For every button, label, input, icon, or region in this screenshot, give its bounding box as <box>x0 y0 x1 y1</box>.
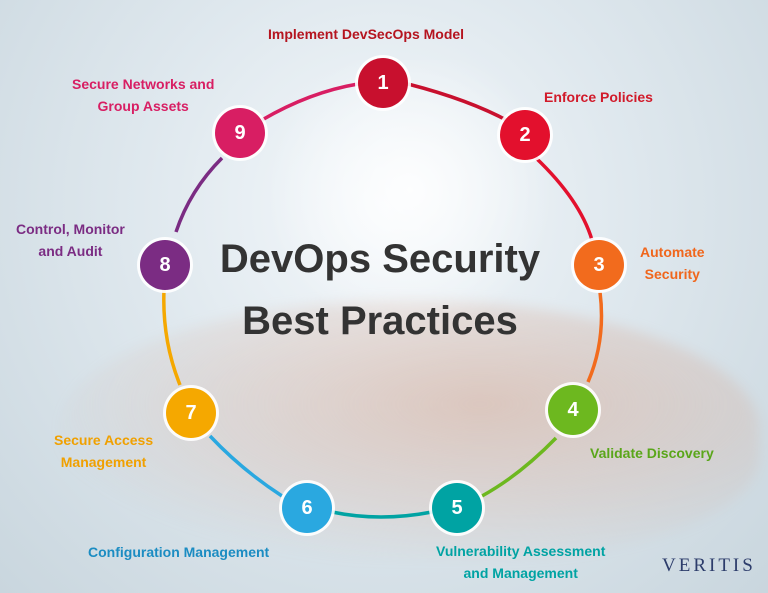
step-7-label-line-2: Management <box>60 454 147 470</box>
arc-1-2 <box>407 82 511 124</box>
step-3-node: 3 <box>574 240 624 290</box>
step-6-node: 6 <box>282 483 332 533</box>
arc-8-9 <box>174 156 224 233</box>
step-5-label: Vulnerability Assessment and Management <box>436 540 605 584</box>
title-line-2: Best Practices <box>242 299 518 343</box>
step-3-label-line-2: Security <box>644 266 700 282</box>
title-line-1: DevOps Security <box>219 237 541 281</box>
arc-3-4 <box>586 291 604 383</box>
step-9-node: 9 <box>215 108 265 158</box>
step-8-label: Control, Monitor and Audit <box>16 218 125 262</box>
arc-7-8 <box>162 289 182 386</box>
step-7-node: 7 <box>166 388 216 438</box>
step-4-node: 4 <box>548 385 598 435</box>
arc-9-1 <box>261 82 359 122</box>
diagram-title: DevOps Security Best Practices <box>180 228 580 352</box>
step-9-label-line-1: Secure Networks and <box>72 76 215 92</box>
step-5-node: 5 <box>432 483 482 533</box>
step-2-label: Enforce Policies <box>544 89 653 105</box>
step-8-label-line-1: Control, Monitor <box>16 221 125 237</box>
arc-4-5 <box>481 436 558 498</box>
step-3-label: Automate Security <box>640 241 705 285</box>
step-9-label: Secure Networks and Group Assets <box>72 73 214 117</box>
step-2-node: 2 <box>500 110 550 160</box>
arc-5-6 <box>331 510 433 519</box>
step-1-label: Implement DevSecOps Model <box>268 26 465 42</box>
step-7-label: Secure Access Management <box>54 429 153 473</box>
step-3-label-line-1: Automate <box>640 244 705 260</box>
step-9-label-line-2: Group Assets <box>97 98 189 114</box>
step-5-label-line-2: and Management <box>463 565 578 581</box>
step-4-label: Validate Discovery <box>590 445 714 461</box>
step-8-label-line-2: and Audit <box>38 243 103 259</box>
arc-6-7 <box>208 434 283 498</box>
step-5-label-line-1: Vulnerability Assessment <box>436 543 606 559</box>
step-7-label-line-1: Secure Access <box>54 432 154 448</box>
step-1-node: 1 <box>358 58 408 108</box>
step-6-label: Configuration Management <box>88 544 270 560</box>
veritis-logo: VERITIS <box>662 555 756 576</box>
